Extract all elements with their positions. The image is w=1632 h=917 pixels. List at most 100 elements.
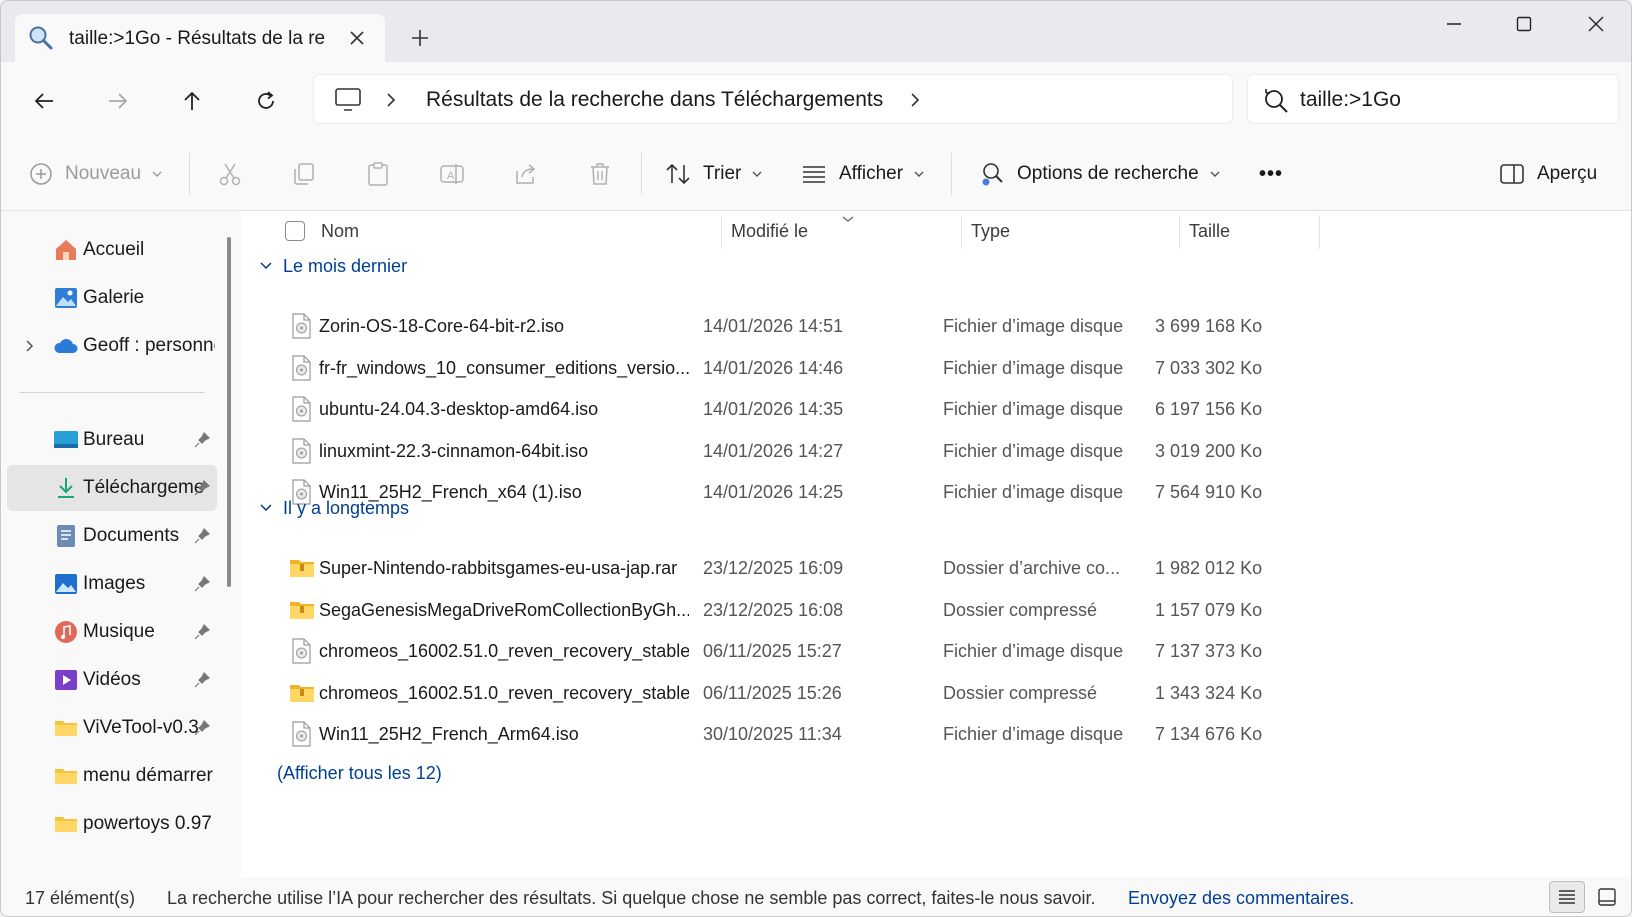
- sort-button[interactable]: Trier: [665, 157, 763, 191]
- file-row[interactable]: chromeos_16002.51.0_reven_recovery_stabl…: [289, 672, 1289, 714]
- close-window-icon[interactable]: [1573, 9, 1619, 39]
- close-tab-icon[interactable]: [343, 24, 371, 52]
- file-type: Dossier compressé: [943, 683, 1098, 703]
- file-row[interactable]: fr-fr_windows_10_consumer_editions_versi…: [289, 347, 1289, 389]
- address-path[interactable]: Résultats de la recherche dans Télécharg…: [426, 88, 883, 112]
- preview-pane-icon: [1500, 164, 1524, 184]
- file-row[interactable]: Win11_25H2_French_Arm64.iso 30/10/2025 11…: [289, 713, 1289, 755]
- chevron-right-icon[interactable]: [384, 89, 398, 111]
- search-options-label: Options de recherche: [1017, 163, 1199, 184]
- view-button[interactable]: Afficher: [801, 157, 925, 191]
- sort-icon: [666, 163, 690, 185]
- sidebar-item-vivetool[interactable]: ViVeTool-v0.3: [7, 705, 217, 751]
- file-date: 14/01/2026 14:35: [703, 399, 844, 419]
- column-divider[interactable]: [1179, 215, 1180, 249]
- sidebar-item-label: powertoys 0.97: [83, 813, 212, 834]
- column-divider[interactable]: [1319, 215, 1320, 249]
- sidebar-item-images[interactable]: Images: [7, 561, 217, 607]
- file-row[interactable]: Super-Nintendo-rabbitsgames-eu-usa-jap.r…: [289, 547, 1289, 589]
- copy-button[interactable]: [291, 157, 317, 191]
- file-name: Win11_25H2_French_Arm64.iso: [319, 724, 579, 744]
- item-count: 17 élément(s): [25, 888, 136, 908]
- tab-title: taille:>1Go - Résultats de la re: [69, 28, 326, 49]
- cloud-icon: [53, 333, 79, 359]
- file-row[interactable]: Win11_25H2_French_x64 (1).iso 14/01/2026 …: [289, 471, 1289, 513]
- sidebar-item-powertoys[interactable]: powertoys 0.97: [7, 801, 217, 847]
- chevron-right-icon[interactable]: [908, 89, 922, 111]
- sidebar-item-musique[interactable]: Musique: [7, 609, 217, 655]
- sidebar-scrollbar[interactable]: [227, 237, 231, 587]
- group-header[interactable]: Le mois dernier: [259, 251, 407, 281]
- minimize-icon[interactable]: [1431, 9, 1477, 39]
- column-header-name[interactable]: Nom: [321, 211, 359, 251]
- up-arrow-icon[interactable]: [175, 84, 209, 118]
- sidebar-item-accueil[interactable]: Accueil: [7, 227, 217, 273]
- refresh-icon[interactable]: [249, 84, 283, 118]
- details-view-icon[interactable]: [1549, 881, 1585, 913]
- select-all-checkbox[interactable]: [285, 221, 305, 241]
- forward-arrow-icon[interactable]: [101, 84, 135, 118]
- sidebar-item-galerie[interactable]: Galerie: [7, 275, 217, 321]
- pin-icon[interactable]: [193, 479, 211, 497]
- search-box[interactable]: taille:>1Go: [1247, 74, 1619, 124]
- maximize-icon[interactable]: [1501, 9, 1547, 39]
- address-bar[interactable]: Résultats de la recherche dans Télécharg…: [313, 74, 1233, 124]
- sidebar-item-bureau[interactable]: Bureau: [7, 417, 217, 463]
- column-divider[interactable]: [721, 215, 722, 249]
- file-row[interactable]: ubuntu-24.04.3-desktop-amd64.iso 14/01/20…: [289, 388, 1289, 430]
- file-row[interactable]: linuxmint-22.3-cinnamon-64bit.iso 14/01/2…: [289, 430, 1289, 472]
- pin-icon[interactable]: [193, 671, 211, 689]
- pin-icon[interactable]: [193, 575, 211, 593]
- chevron-right-icon[interactable]: [23, 337, 37, 355]
- share-button[interactable]: [513, 157, 539, 191]
- column-header-size[interactable]: Taille: [1189, 211, 1230, 251]
- file-type: Fichier d’image disque: [943, 441, 1124, 461]
- show-all-link[interactable]: (Afficher tous les 12): [277, 763, 442, 784]
- group-header[interactable]: Il y a longtemps: [259, 493, 409, 523]
- paste-button[interactable]: [365, 157, 391, 191]
- back-arrow-icon[interactable]: [27, 84, 61, 118]
- pin-icon[interactable]: [193, 431, 211, 449]
- command-bar: Nouveau A Trier Afficher Options de rech…: [1, 137, 1631, 211]
- sidebar-item-menu-demarrer[interactable]: menu démarrer: [7, 753, 217, 799]
- sidebar-item-documents[interactable]: Documents: [7, 513, 217, 559]
- sidebar-item-videos[interactable]: Vidéos: [7, 657, 217, 703]
- sidebar-item-onedrive[interactable]: Geoff : personne: [7, 323, 217, 369]
- new-button[interactable]: Nouveau: [29, 157, 163, 191]
- disc-image-icon: [289, 721, 313, 747]
- pin-icon[interactable]: [193, 719, 211, 737]
- column-header-modified[interactable]: Modifié le: [731, 211, 808, 251]
- file-date: 30/10/2025 11:34: [703, 724, 842, 744]
- search-refresh-icon: [1262, 87, 1290, 115]
- delete-button[interactable]: [587, 157, 613, 191]
- file-row[interactable]: SegaGenesisMegaDriveRomCollectionByGh...…: [289, 589, 1289, 631]
- search-query[interactable]: taille:>1Go: [1300, 88, 1401, 112]
- archive-folder-icon: [289, 555, 314, 581]
- file-size: 1 982 012 Ko: [1155, 558, 1263, 578]
- disc-image-icon: [289, 438, 313, 464]
- sidebar-item-telechargements[interactable]: Téléchargeme: [7, 465, 217, 511]
- pin-icon[interactable]: [193, 527, 211, 545]
- navigation-pane: Accueil Galerie Geoff : personne Bureau: [1, 211, 241, 877]
- file-row[interactable]: Zorin-OS-18-Core-64-bit-r2.iso 14/01/2026…: [289, 305, 1289, 347]
- pin-icon[interactable]: [193, 623, 211, 641]
- file-type: Fichier d’image disque: [943, 358, 1124, 378]
- scissors-icon: [219, 163, 241, 186]
- search-options-button[interactable]: Options de recherche: [977, 157, 1221, 191]
- separator: [951, 153, 952, 195]
- new-tab-icon[interactable]: [405, 23, 435, 53]
- more-options-button[interactable]: •••: [1259, 157, 1283, 191]
- cut-button[interactable]: [217, 157, 243, 191]
- rename-button[interactable]: A: [439, 157, 465, 191]
- tiles-view-icon[interactable]: [1591, 881, 1623, 913]
- chevron-down-icon[interactable]: [259, 501, 273, 515]
- file-type: Fichier d’image disque: [943, 724, 1124, 744]
- sidebar-item-label: Geoff : personne: [83, 335, 215, 356]
- file-row[interactable]: chromeos_16002.51.0_reven_recovery_stabl…: [289, 630, 1289, 672]
- active-tab[interactable]: taille:>1Go - Résultats de la re: [15, 14, 385, 62]
- column-divider[interactable]: [961, 215, 962, 249]
- chevron-down-icon[interactable]: [259, 259, 273, 273]
- preview-button[interactable]: Aperçu: [1499, 157, 1597, 191]
- column-header-type[interactable]: Type: [971, 211, 1010, 251]
- feedback-link[interactable]: Envoyez des commentaires.: [1128, 888, 1354, 909]
